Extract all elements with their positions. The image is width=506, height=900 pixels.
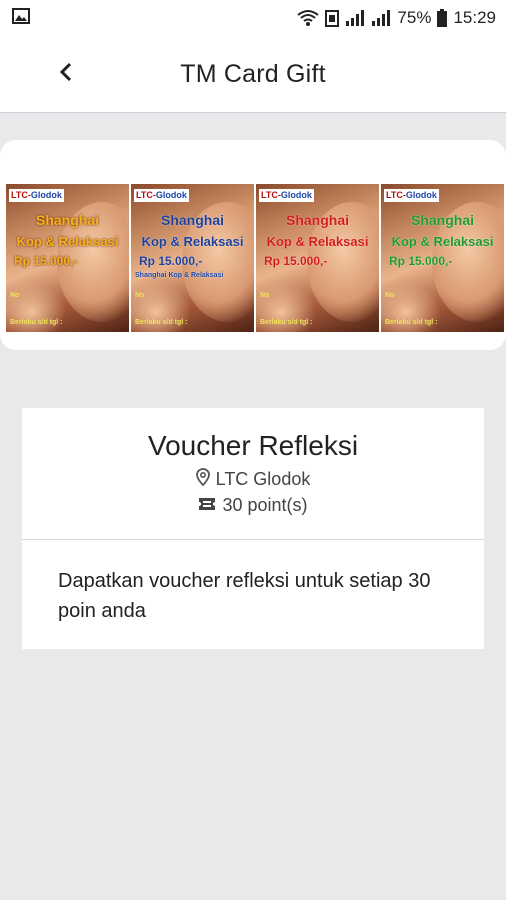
- map-pin-icon: [195, 467, 210, 491]
- card-no-label: No: [385, 292, 395, 299]
- wifi-icon: [297, 9, 320, 27]
- voucher-description: Dapatkan voucher refleksi untuk setiap 3…: [58, 570, 431, 622]
- card-price: Rp 15.000,-: [14, 254, 78, 268]
- page-title: TM Card Gift: [180, 59, 326, 88]
- gift-card-blue: LTC-Glodok Shanghai Kop & Relaksasi Rp 1…: [131, 184, 254, 332]
- back-button[interactable]: [46, 54, 86, 94]
- card-no-label: No: [135, 292, 145, 299]
- card-subtitle: Kop & Relaksasi: [266, 234, 369, 249]
- card-title: Shanghai: [410, 212, 474, 228]
- card-logo: LTC-Glodok: [259, 188, 314, 202]
- gift-card-banner: LTC-Glodok Shanghai Kop & Relaksasi Rp 1…: [0, 140, 506, 350]
- card-valid-label: Berlaku s/d tgl :: [10, 319, 63, 326]
- signal-icon: [345, 10, 365, 26]
- gift-card-orange: LTC-Glodok Shanghai Kop & Relaksasi Rp 1…: [6, 184, 129, 332]
- card-valid-label: Berlaku s/d tgl :: [135, 319, 188, 326]
- card-subtitle: Kop & Relaksasi: [16, 234, 119, 249]
- card-logo: LTC-Glodok: [134, 188, 189, 202]
- image-notification-icon: [12, 7, 30, 29]
- card-price: Rp 15.000,-: [389, 254, 453, 268]
- card-no-label: No: [260, 292, 270, 299]
- voucher-location-row: LTC Glodok: [22, 466, 484, 492]
- ticket-icon: [198, 495, 216, 516]
- card-valid-label: Berlaku s/d tgl :: [385, 319, 438, 326]
- card-logo: LTC-Glodok: [384, 188, 439, 202]
- gift-card-green: LTC-Glodok Shanghai Kop & Relaksasi Rp 1…: [381, 184, 504, 332]
- card-subtitle: Kop & Relaksasi: [391, 234, 494, 249]
- app-bar: TM Card Gift: [0, 36, 506, 113]
- voucher-points-row: 30 point(s): [22, 492, 484, 518]
- voucher-points: 30 point(s): [222, 494, 308, 515]
- battery-percent: 75%: [397, 8, 432, 27]
- card-title: Shanghai: [285, 212, 349, 228]
- card-caption: Shanghai Kop & Relaksasi: [135, 272, 224, 279]
- card-title: Shanghai: [160, 212, 224, 228]
- card-price: Rp 15.000,-: [264, 254, 328, 268]
- card-no-label: No: [10, 292, 20, 299]
- data-saver-icon: [325, 9, 340, 27]
- voucher-header: Voucher Refleksi LTC Glodok 30 point(s): [22, 408, 484, 540]
- card-logo: LTC-Glodok: [9, 188, 64, 202]
- gift-card-images: LTC-Glodok Shanghai Kop & Relaksasi Rp 1…: [6, 184, 504, 332]
- battery-icon: [437, 9, 448, 27]
- card-price: Rp 15.000,-: [139, 254, 203, 268]
- card-title: Shanghai: [35, 212, 99, 228]
- voucher-info-card: Voucher Refleksi LTC Glodok 30 point(s) …: [22, 408, 484, 649]
- status-bar: 75% 15:29: [0, 0, 506, 36]
- gift-card-red: LTC-Glodok Shanghai Kop & Relaksasi Rp 1…: [256, 184, 379, 332]
- card-subtitle: Kop & Relaksasi: [141, 234, 244, 249]
- clock: 15:29: [453, 8, 496, 27]
- signal-icon-2: [371, 10, 391, 26]
- arrow-left-icon: [58, 62, 74, 87]
- voucher-title: Voucher Refleksi: [147, 430, 359, 461]
- card-valid-label: Berlaku s/d tgl :: [260, 319, 313, 326]
- voucher-location: LTC Glodok: [215, 468, 311, 489]
